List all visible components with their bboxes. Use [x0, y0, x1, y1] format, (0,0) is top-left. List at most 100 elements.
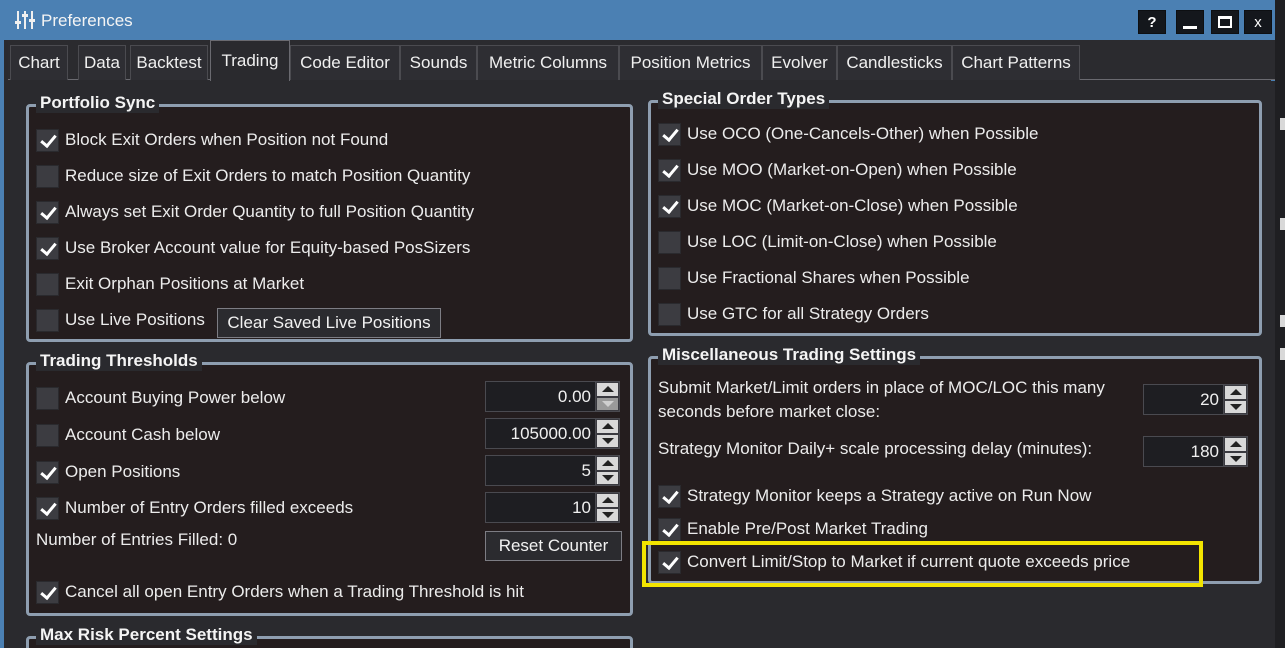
account-buying-power-checkbox[interactable]: Account Buying Power below [36, 385, 285, 411]
use-moc-checkbox[interactable]: Use MOC (Market-on-Close) when Possible [658, 193, 1018, 219]
close-button[interactable]: x [1244, 10, 1272, 34]
checkbox-label: Reduce size of Exit Orders to match Posi… [65, 166, 471, 185]
checkbox[interactable] [658, 517, 681, 541]
always-set-exit-quantity-checkbox[interactable]: Always set Exit Order Quantity to full P… [36, 199, 474, 225]
pre-post-market-checkbox[interactable]: Enable Pre/Post Market Trading [658, 516, 928, 542]
processing-delay-label: Strategy Monitor Daily+ scale processing… [658, 439, 1093, 458]
checkbox[interactable] [658, 484, 681, 508]
minimize-icon [1183, 25, 1197, 29]
use-live-positions-checkbox[interactable]: Use Live Positions [36, 307, 205, 333]
portfolio-sync-group: Portfolio Sync Block Exit Orders when Po… [26, 93, 633, 342]
reduce-exit-orders-checkbox[interactable]: Reduce size of Exit Orders to match Posi… [36, 163, 470, 189]
increment-arrow-icon[interactable] [597, 383, 618, 396]
tab-trading[interactable]: Trading [210, 40, 290, 81]
stepper-arrows [595, 492, 620, 523]
checkbox-label: Account Buying Power below [65, 388, 286, 407]
stepper-arrows [1223, 384, 1248, 415]
preferences-window: Preferences ? x Chart Data Backtest Trad… [0, 0, 1275, 648]
account-cash-checkbox[interactable]: Account Cash below [36, 422, 220, 448]
use-loc-checkbox[interactable]: Use LOC (Limit-on-Close) when Possible [658, 229, 997, 255]
decrement-arrow-icon[interactable] [597, 471, 618, 484]
checkbox[interactable] [658, 266, 681, 290]
maximize-icon [1218, 16, 1232, 28]
checkbox-label: Use GTC for all Strategy Orders [687, 304, 929, 323]
decrement-arrow-icon[interactable] [597, 508, 618, 521]
increment-arrow-icon[interactable] [1225, 438, 1246, 451]
exit-orphan-positions-checkbox[interactable]: Exit Orphan Positions at Market [36, 271, 304, 297]
checkbox[interactable] [658, 302, 681, 326]
tab-backtest[interactable]: Backtest [130, 45, 208, 80]
strategy-monitor-active-checkbox[interactable]: Strategy Monitor keeps a Strategy active… [658, 483, 1091, 509]
buying-power-value[interactable]: 0.00 [485, 381, 596, 412]
maximize-button[interactable] [1211, 10, 1239, 34]
entry-orders-filled-checkbox[interactable]: Number of Entry Orders filled exceeds [36, 495, 353, 521]
checkbox[interactable] [36, 580, 59, 604]
decrement-arrow-icon[interactable] [1225, 452, 1246, 465]
checkbox[interactable] [658, 158, 681, 182]
checkbox[interactable] [36, 460, 59, 484]
buying-power-stepper[interactable]: 0.00 [485, 381, 620, 412]
checkbox[interactable] [36, 128, 59, 152]
tab-chart-patterns[interactable]: Chart Patterns [952, 45, 1080, 80]
tab-evolver[interactable]: Evolver [762, 45, 837, 80]
checkbox-label: Use MOC (Market-on-Close) when Possible [687, 196, 1018, 215]
block-exit-orders-checkbox[interactable]: Block Exit Orders when Position not Foun… [36, 127, 388, 153]
use-moo-checkbox[interactable]: Use MOO (Market-on-Open) when Possible [658, 157, 1017, 183]
tab-code-editor[interactable]: Code Editor [290, 45, 400, 80]
increment-arrow-icon[interactable] [597, 457, 618, 470]
account-cash-value[interactable]: 105000.00 [485, 418, 596, 449]
processing-delay-stepper[interactable]: 180 [1143, 436, 1248, 467]
entry-orders-value[interactable]: 10 [485, 492, 596, 523]
increment-arrow-icon[interactable] [597, 494, 618, 507]
checkbox[interactable] [36, 423, 59, 447]
stepper-arrows [595, 455, 620, 486]
tab-candlesticks[interactable]: Candlesticks [837, 45, 952, 80]
tab-metric-columns[interactable]: Metric Columns [477, 45, 619, 80]
use-oco-checkbox[interactable]: Use OCO (One-Cancels-Other) when Possibl… [658, 121, 1038, 147]
checkbox[interactable] [36, 272, 59, 296]
checkbox-label: Use MOO (Market-on-Open) when Possible [687, 160, 1017, 179]
entry-orders-stepper[interactable]: 10 [485, 492, 620, 523]
checkbox[interactable] [658, 122, 681, 146]
checkbox-label: Exit Orphan Positions at Market [65, 274, 305, 293]
submit-seconds-value[interactable]: 20 [1143, 384, 1224, 415]
open-positions-stepper[interactable]: 5 [485, 455, 620, 486]
checkbox-label: Use LOC (Limit-on-Close) when Possible [687, 232, 997, 251]
decrement-arrow-icon[interactable] [597, 434, 618, 447]
open-positions-value[interactable]: 5 [485, 455, 596, 486]
reset-counter-button[interactable]: Reset Counter [485, 531, 622, 561]
checkbox-label: Use Fractional Shares when Possible [687, 268, 970, 287]
checkbox[interactable] [658, 230, 681, 254]
use-broker-account-checkbox[interactable]: Use Broker Account value for Equity-base… [36, 235, 470, 261]
checkbox[interactable] [36, 164, 59, 188]
stepper-arrows [1223, 436, 1248, 467]
submit-seconds-stepper[interactable]: 20 [1143, 384, 1248, 415]
tab-sounds[interactable]: Sounds [400, 45, 477, 80]
minimize-button[interactable] [1176, 10, 1204, 34]
use-gtc-checkbox[interactable]: Use GTC for all Strategy Orders [658, 301, 929, 327]
cancel-all-entry-orders-checkbox[interactable]: Cancel all open Entry Orders when a Trad… [36, 579, 524, 605]
tab-data[interactable]: Data [78, 45, 126, 80]
checkbox[interactable] [36, 386, 59, 410]
clear-saved-live-positions-button[interactable]: Clear Saved Live Positions [217, 308, 441, 338]
checkbox[interactable] [36, 308, 59, 332]
decrement-arrow-icon[interactable] [1225, 400, 1246, 413]
checkbox[interactable] [658, 194, 681, 218]
processing-delay-value[interactable]: 180 [1143, 436, 1224, 467]
stepper-arrows [595, 418, 620, 449]
tab-chart[interactable]: Chart [10, 45, 68, 80]
increment-arrow-icon[interactable] [597, 420, 618, 433]
checkbox[interactable] [36, 496, 59, 520]
increment-arrow-icon[interactable] [1225, 386, 1246, 399]
use-fractional-shares-checkbox[interactable]: Use Fractional Shares when Possible [658, 265, 970, 291]
tab-bar: Chart Data Backtest Trading Code Editor … [8, 40, 1275, 81]
checkbox[interactable] [36, 236, 59, 260]
account-cash-stepper[interactable]: 105000.00 [485, 418, 620, 449]
tab-position-metrics[interactable]: Position Metrics [619, 45, 762, 80]
checkbox[interactable] [36, 200, 59, 224]
decrement-arrow-icon[interactable] [597, 397, 618, 410]
checkbox-label: Strategy Monitor keeps a Strategy active… [687, 486, 1092, 505]
help-button[interactable]: ? [1138, 10, 1166, 34]
open-positions-checkbox[interactable]: Open Positions [36, 459, 180, 485]
title-bar[interactable]: Preferences ? x [4, 0, 1272, 40]
